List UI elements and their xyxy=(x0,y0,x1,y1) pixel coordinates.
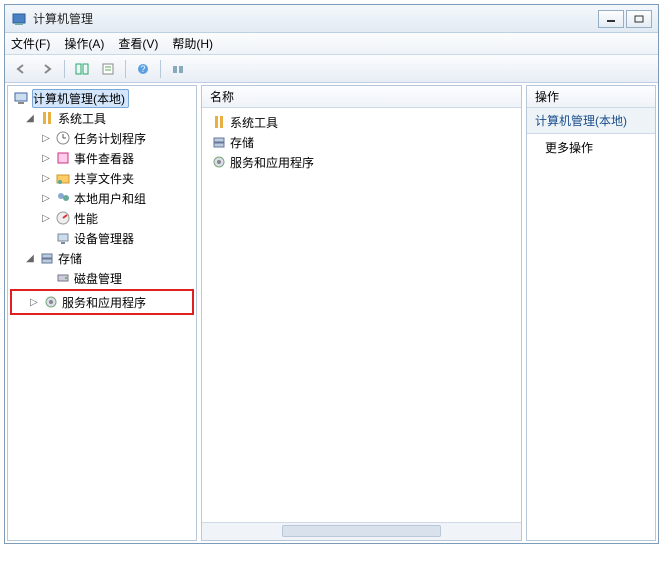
clock-icon xyxy=(55,130,71,146)
menu-file[interactable]: 文件(F) xyxy=(11,35,50,52)
actions-body: 计算机管理(本地) 更多操作 xyxy=(527,108,655,540)
toolbar: ? xyxy=(5,55,658,83)
list-pane: 名称 系统工具 存储 服务和应用程序 xyxy=(201,85,522,541)
tree-label: 共享文件夹 xyxy=(74,170,134,187)
properties-button[interactable] xyxy=(96,58,120,80)
maximize-button[interactable] xyxy=(626,10,652,28)
list-item-label: 服务和应用程序 xyxy=(230,154,314,171)
tree-label: 设备管理器 xyxy=(74,230,134,247)
tree-system-tools[interactable]: ◢ 系统工具 xyxy=(8,108,196,128)
actions-context: 计算机管理(本地) xyxy=(527,108,655,134)
tree-device-manager[interactable]: 设备管理器 xyxy=(8,228,196,248)
show-hide-tree-button[interactable] xyxy=(70,58,94,80)
expand-icon[interactable]: ▷ xyxy=(40,193,52,204)
collapse-icon[interactable]: ◢ xyxy=(24,253,36,264)
services-icon xyxy=(211,154,227,170)
tree-performance[interactable]: ▷ 性能 xyxy=(8,208,196,228)
tree-label: 系统工具 xyxy=(58,110,106,127)
event-icon xyxy=(55,150,71,166)
list-item[interactable]: 系统工具 xyxy=(204,112,519,132)
menu-view[interactable]: 查看(V) xyxy=(118,35,158,52)
back-button[interactable] xyxy=(9,58,33,80)
tree-label: 本地用户和组 xyxy=(74,190,146,207)
highlight-box: ▷ 服务和应用程序 xyxy=(10,289,194,315)
horizontal-scrollbar[interactable] xyxy=(202,522,521,540)
tools-icon xyxy=(39,110,55,126)
actions-title: 操作 xyxy=(527,86,655,108)
titlebar: 计算机管理 xyxy=(5,5,658,33)
tree-local-users[interactable]: ▷ 本地用户和组 xyxy=(8,188,196,208)
tree-label: 磁盘管理 xyxy=(74,270,122,287)
expand-icon[interactable]: ▷ xyxy=(40,213,52,224)
svg-text:?: ? xyxy=(140,64,145,74)
tree-label: 性能 xyxy=(74,210,98,227)
toolbar-separator xyxy=(64,60,65,78)
list-view[interactable]: 系统工具 存储 服务和应用程序 xyxy=(202,108,521,522)
list-item[interactable]: 存储 xyxy=(204,132,519,152)
tree[interactable]: 计算机管理(本地) ◢ 系统工具 ▷ 任务计划程序 ▷ 事件查看器 xyxy=(8,86,196,540)
users-icon xyxy=(55,190,71,206)
app-icon xyxy=(11,11,27,27)
menubar: 文件(F) 操作(A) 查看(V) 帮助(H) xyxy=(5,33,658,55)
toolbar-separator xyxy=(160,60,161,78)
expand-icon[interactable]: ▷ xyxy=(28,297,40,308)
window-title: 计算机管理 xyxy=(33,10,596,27)
column-header-name[interactable]: 名称 xyxy=(202,86,521,108)
disk-icon xyxy=(55,270,71,286)
forward-button[interactable] xyxy=(35,58,59,80)
services-icon xyxy=(43,294,59,310)
tools-icon xyxy=(211,114,227,130)
tree-label: 存储 xyxy=(58,250,82,267)
tree-task-scheduler[interactable]: ▷ 任务计划程序 xyxy=(8,128,196,148)
list-item-label: 系统工具 xyxy=(230,114,278,131)
list-item-label: 存储 xyxy=(230,134,254,151)
toolbar-separator xyxy=(125,60,126,78)
tree-label: 事件查看器 xyxy=(74,150,134,167)
device-icon xyxy=(55,230,71,246)
collapse-icon[interactable]: ◢ xyxy=(24,113,36,124)
menu-help[interactable]: 帮助(H) xyxy=(172,35,213,52)
scrollbar-thumb[interactable] xyxy=(282,525,442,537)
shared-folder-icon xyxy=(55,170,71,186)
list-item[interactable]: 服务和应用程序 xyxy=(204,152,519,172)
help-button[interactable]: ? xyxy=(131,58,155,80)
actions-more[interactable]: 更多操作 xyxy=(527,134,655,161)
tree-root[interactable]: 计算机管理(本地) xyxy=(8,88,196,108)
storage-icon xyxy=(39,250,55,266)
window-frame: 计算机管理 文件(F) 操作(A) 查看(V) 帮助(H) ? 计算机管理(本地… xyxy=(4,4,659,544)
performance-icon xyxy=(55,210,71,226)
computer-icon xyxy=(13,90,29,106)
expand-icon[interactable]: ▷ xyxy=(40,153,52,164)
storage-icon xyxy=(211,134,227,150)
tree-disk-mgmt[interactable]: 磁盘管理 xyxy=(8,268,196,288)
tree-services-apps[interactable]: ▷ 服务和应用程序 xyxy=(12,292,192,312)
main-body: 计算机管理(本地) ◢ 系统工具 ▷ 任务计划程序 ▷ 事件查看器 xyxy=(5,83,658,543)
menu-action[interactable]: 操作(A) xyxy=(64,35,104,52)
expand-icon[interactable]: ▷ xyxy=(40,173,52,184)
tree-shared-folders[interactable]: ▷ 共享文件夹 xyxy=(8,168,196,188)
actions-pane: 操作 计算机管理(本地) 更多操作 xyxy=(526,85,656,541)
tree-event-viewer[interactable]: ▷ 事件查看器 xyxy=(8,148,196,168)
tree-root-label: 计算机管理(本地) xyxy=(32,89,129,108)
minimize-button[interactable] xyxy=(598,10,624,28)
tree-label: 任务计划程序 xyxy=(74,130,146,147)
action-pane-button[interactable] xyxy=(166,58,190,80)
tree-storage[interactable]: ◢ 存储 xyxy=(8,248,196,268)
expand-icon[interactable]: ▷ xyxy=(40,133,52,144)
tree-pane: 计算机管理(本地) ◢ 系统工具 ▷ 任务计划程序 ▷ 事件查看器 xyxy=(7,85,197,541)
tree-label: 服务和应用程序 xyxy=(62,294,146,311)
